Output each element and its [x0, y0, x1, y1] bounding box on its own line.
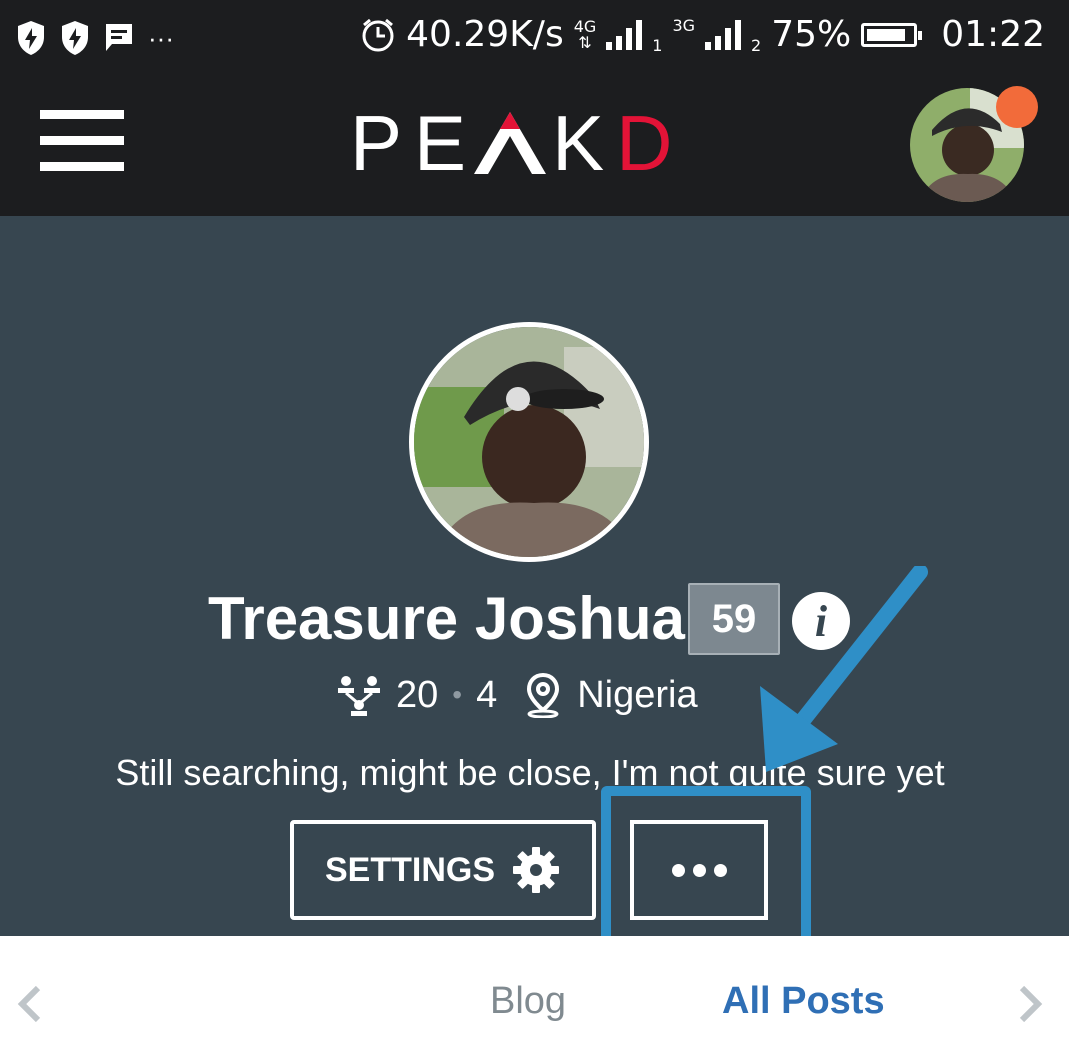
- more-icon: ···: [148, 22, 174, 53]
- tab-all-posts[interactable]: All Posts: [722, 980, 885, 1023]
- net-speed: 40.29K/s: [406, 14, 564, 55]
- status-right: 40.29K/s 4G ⇅ 1 3G 2 75% 01:22: [360, 14, 1045, 55]
- location-text: Nigeria: [577, 673, 698, 716]
- profile-name: Treasure Joshua: [208, 585, 685, 652]
- gear-icon: [513, 847, 560, 893]
- followers-icon[interactable]: [336, 674, 382, 716]
- annotation-arrow-icon: [760, 566, 928, 772]
- status-left-icons: ···: [16, 20, 174, 56]
- app-header: PE K D: [0, 76, 1069, 216]
- settings-label: SETTINGS: [324, 850, 496, 889]
- signal-bars-icon: [705, 19, 742, 50]
- network-3g-label: 3G: [672, 16, 696, 35]
- status-bar: ··· 40.29K/s 4G ⇅ 1 3G 2 75% 01:22: [0, 0, 1069, 76]
- menu-icon[interactable]: [40, 110, 124, 172]
- profile-meta: 20 • 4 Nigeria: [336, 672, 698, 718]
- message-icon: [106, 24, 132, 51]
- battery-icon: [861, 22, 923, 47]
- chevron-right-icon[interactable]: [1018, 986, 1044, 1022]
- settings-button[interactable]: SETTINGS: [290, 820, 596, 920]
- network-4g-label: 4G ⇅: [573, 16, 597, 52]
- sim-slot-1: 1: [652, 36, 663, 55]
- shield-bolt-icon: [18, 21, 44, 55]
- tab-blog[interactable]: Blog: [490, 980, 566, 1023]
- peakd-a-mark-icon: [474, 112, 547, 174]
- alarm-icon: [362, 18, 394, 51]
- sim-slot-2: 2: [751, 36, 762, 55]
- followers-count[interactable]: 20: [396, 674, 438, 717]
- profile-avatar: [409, 322, 649, 562]
- signal-bars-icon: [606, 19, 643, 50]
- profile-header: Treasure Joshua 59 i 20 • 4 Nigeria Stil…: [0, 216, 1069, 950]
- notification-badge[interactable]: [996, 86, 1038, 128]
- location-pin-icon: [527, 672, 560, 718]
- following-count[interactable]: 4: [476, 674, 497, 717]
- chevron-left-icon[interactable]: [16, 986, 42, 1022]
- annotation-highlight-box: [601, 786, 811, 950]
- profile-tabs: Blog All Posts: [0, 936, 1069, 1061]
- battery-percent: 75%: [771, 14, 852, 55]
- meta-separator: •: [452, 679, 463, 710]
- shield-bolt-icon: [62, 21, 88, 55]
- clock: 01:22: [941, 14, 1045, 55]
- transfer-arrows-icon: ⇅: [578, 32, 592, 52]
- peakd-logo[interactable]: PE K D: [350, 99, 684, 187]
